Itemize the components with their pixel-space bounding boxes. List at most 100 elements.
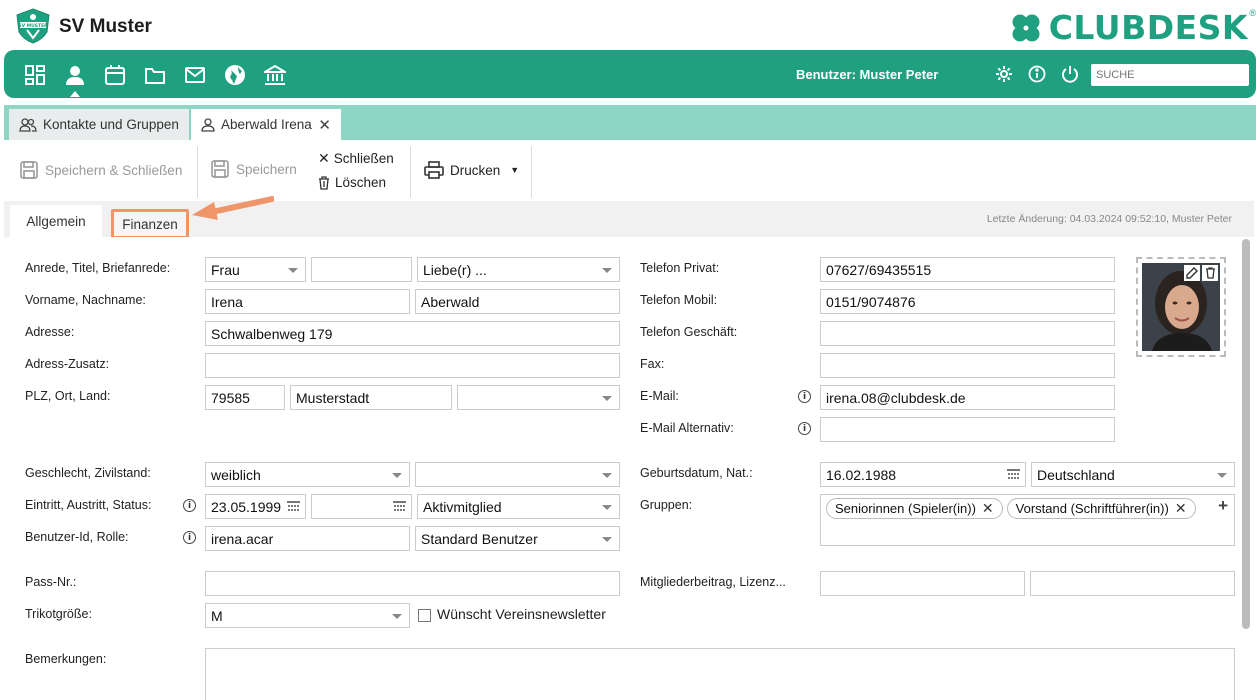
tab-member[interactable]: Aberwald Irena ✕ <box>191 109 341 140</box>
letter-salutation-select[interactable]: Liebe(r) ... <box>417 257 620 282</box>
status-select[interactable]: Aktivmitglied <box>417 494 620 519</box>
remove-icon[interactable]: ✕ <box>1175 500 1187 517</box>
phone-private-input[interactable]: 07627/69435515 <box>820 257 1115 282</box>
label-name: Vorname, Nachname: <box>25 293 146 307</box>
pass-input[interactable] <box>205 571 620 596</box>
clover-icon <box>1012 14 1040 41</box>
tab-label: Kontakte und Gruppen <box>43 117 179 132</box>
country-select[interactable] <box>457 385 620 410</box>
group-chip[interactable]: Seniorinnen (Spieler(in)) ✕ <box>826 498 1003 519</box>
last-name-input[interactable]: Aberwald <box>415 289 620 314</box>
scrollbar[interactable] <box>1242 239 1250 629</box>
avatar <box>1142 263 1220 351</box>
save-icon <box>20 161 38 179</box>
entry-date-value: 23.05.1999 <box>211 498 282 515</box>
calendar-icon[interactable] <box>102 62 127 87</box>
close-button[interactable]: ✕ Schließen <box>318 150 394 167</box>
search-input[interactable] <box>1091 64 1249 86</box>
label-fax: Fax: <box>640 357 665 371</box>
delete-label: Löschen <box>335 175 387 190</box>
close-icon[interactable]: ✕ <box>318 116 331 134</box>
civil-status-select[interactable] <box>415 462 620 487</box>
label-email-alt: E-Mail Alternativ: <box>640 421 734 435</box>
jersey-select[interactable]: M <box>205 603 410 628</box>
zip-input[interactable]: 79585 <box>205 385 285 410</box>
label-zip-city: PLZ, Ort, Land: <box>25 389 111 403</box>
label-phone-business: Telefon Geschäft: <box>640 325 738 339</box>
toolbar: Speichern & Schließen Speichern ✕ Schlie… <box>0 142 1260 200</box>
edit-icon[interactable] <box>1184 265 1200 281</box>
fee-input[interactable] <box>820 571 1025 596</box>
label-address: Adresse: <box>25 325 75 339</box>
save-button[interactable]: Speichern <box>211 160 297 178</box>
email-input[interactable]: irena.08@clubdesk.de <box>820 385 1115 410</box>
print-button[interactable]: Drucken ▼ <box>424 161 519 179</box>
birthdate-value: 16.02.1988 <box>826 466 897 483</box>
group-chip[interactable]: Vorstand (Schriftführer(in)) ✕ <box>1006 498 1196 519</box>
bank-icon[interactable] <box>262 62 287 87</box>
user-id-input[interactable]: irena.acar <box>205 526 410 551</box>
trash-icon[interactable] <box>1202 265 1218 281</box>
exit-date-input[interactable] <box>311 494 412 519</box>
user-icon[interactable] <box>62 62 87 97</box>
remarks-textarea[interactable] <box>205 648 1235 700</box>
info-icon[interactable] <box>1027 64 1047 84</box>
role-select[interactable]: Standard Benutzer <box>415 526 620 551</box>
info-icon[interactable]: i <box>183 531 196 544</box>
license-input[interactable] <box>1030 571 1235 596</box>
calendar-icon[interactable] <box>287 501 300 513</box>
fax-input[interactable] <box>820 353 1115 378</box>
logout-icon[interactable] <box>1060 64 1080 84</box>
email-alt-input[interactable] <box>820 417 1115 442</box>
tab-finance[interactable]: Finanzen <box>111 209 189 239</box>
salutation-select[interactable]: Frau <box>205 257 306 282</box>
newsletter-label: Wünscht Vereinsnewsletter <box>437 606 606 622</box>
last-change-info: Letzte Änderung: 04.03.2024 09:52:10, Mu… <box>986 213 1232 225</box>
groups-field[interactable]: Seniorinnen (Spieler(in)) ✕ Vorstand (Sc… <box>820 494 1235 546</box>
settings-icon[interactable] <box>994 64 1014 84</box>
entry-date-input[interactable]: 23.05.1999 <box>205 494 306 519</box>
close-label: Schließen <box>333 151 394 166</box>
save-label: Speichern <box>236 161 297 177</box>
mail-icon[interactable] <box>182 62 207 87</box>
city-input[interactable]: Musterstadt <box>290 385 452 410</box>
close-icon: ✕ <box>318 150 330 166</box>
remove-icon[interactable]: ✕ <box>982 500 994 517</box>
info-icon[interactable]: i <box>798 422 811 435</box>
save-close-button[interactable]: Speichern & Schließen <box>20 161 182 179</box>
address-extra-input[interactable] <box>205 353 620 378</box>
newsletter-checkbox[interactable] <box>418 609 431 622</box>
brand-registered: ® <box>1249 8 1256 18</box>
info-icon[interactable]: i <box>798 390 811 403</box>
club-logo: SV MUSTER <box>16 8 50 44</box>
label-pass: Pass-Nr.: <box>25 575 77 589</box>
label-phone-mobile: Telefon Mobil: <box>640 293 718 307</box>
info-icon[interactable]: i <box>183 499 196 512</box>
member-form: Anrede, Titel, Briefanrede: Vorname, Nac… <box>0 237 1260 700</box>
first-name-input[interactable]: Irena <box>205 289 410 314</box>
tab-general[interactable]: Allgemein <box>10 205 102 237</box>
trash-icon <box>319 175 329 190</box>
folder-icon[interactable] <box>142 62 167 87</box>
current-user-label[interactable]: Benutzer: Muster Peter <box>796 67 938 82</box>
calendar-icon[interactable] <box>1007 469 1020 481</box>
gender-select[interactable]: weiblich <box>205 462 410 487</box>
svg-text:SV MUSTER: SV MUSTER <box>18 23 48 29</box>
title-input[interactable] <box>311 257 412 282</box>
birthdate-input[interactable]: 16.02.1988 <box>820 462 1026 487</box>
brand-logo: CLUBDESK ® <box>1009 8 1256 47</box>
calendar-icon[interactable] <box>393 501 406 513</box>
phone-mobile-input[interactable]: 0151/9074876 <box>820 289 1115 314</box>
globe-icon[interactable] <box>222 62 247 87</box>
address-input[interactable]: Schwalbenweg 179 <box>205 321 620 346</box>
dashboard-icon[interactable] <box>22 62 47 87</box>
highlight-arrow <box>192 196 274 220</box>
delete-button[interactable]: Löschen <box>318 175 386 190</box>
tab-contacts-groups[interactable]: Kontakte und Gruppen <box>9 109 189 140</box>
member-photo[interactable] <box>1136 257 1226 357</box>
phone-business-input[interactable] <box>820 321 1115 346</box>
nationality-select[interactable]: Deutschland <box>1031 462 1235 487</box>
add-group-icon[interactable]: + <box>1218 496 1228 516</box>
save-close-label: Speichern & Schließen <box>45 162 183 178</box>
document-tabs: Kontakte und Gruppen Aberwald Irena ✕ <box>4 105 1256 140</box>
